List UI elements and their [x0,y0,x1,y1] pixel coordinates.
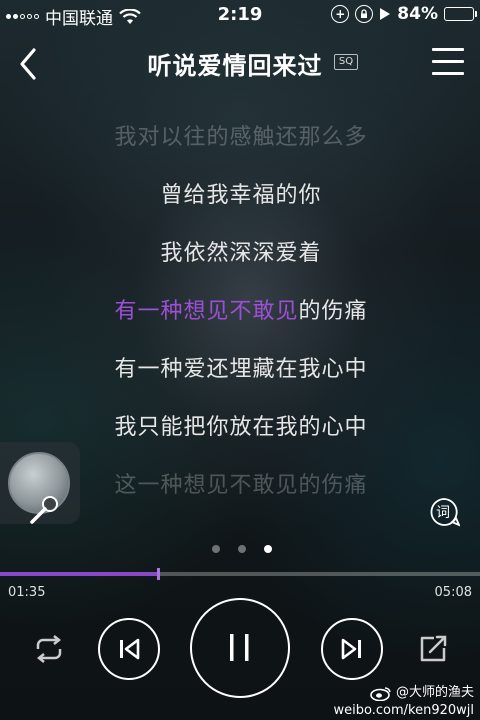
rotation-lock-icon [355,5,374,23]
page-dot-active[interactable] [264,545,272,553]
current-lyric-unsung: 的伤痛 [298,299,368,324]
lyric-line: 有一种爱还埋藏在我心中 [114,357,368,382]
watermark-url: weibo.com/ken920wjl [333,703,474,718]
pause-icon [230,634,249,661]
song-title: 听说爱情回来过 [147,52,323,80]
repeat-button[interactable] [30,632,68,666]
microphone-icon [30,496,58,524]
lyric-toggle-button[interactable]: 词 [428,496,460,528]
progress-thumb[interactable] [157,568,161,580]
play-status-icon [380,8,391,20]
current-lyric-sung: 有一种想见不敢见 [114,299,299,324]
time-elapsed: 01:35 [8,585,46,600]
battery-percent: 84% [397,4,438,24]
progress-bar[interactable] [0,568,480,580]
player-screen: 中国联通 2:19 + 84% 听说爱情回来过 SQ 我对以往的感触还那么多 曾… [0,0,480,720]
lyric-line: 曾给我幸福的你 [160,183,322,208]
lyric-line: 我对以往的感触还那么多 [114,125,368,150]
progress-fill [0,572,159,576]
current-lyric-line: 有一种想见不敢见的伤痛 [0,292,480,350]
weibo-logo-icon [370,686,391,701]
previous-button[interactable] [98,618,160,680]
share-button[interactable] [414,632,452,666]
menu-icon[interactable] [432,48,464,80]
battery-icon [444,7,477,21]
lyric-toggle-label: 词 [436,505,450,521]
orientation-add-icon: + [331,5,350,23]
previous-icon [120,638,140,660]
page-dot[interactable] [212,545,220,553]
page-dot[interactable] [238,545,246,553]
next-icon [341,638,361,660]
player-header: 听说爱情回来过 SQ [0,36,480,92]
status-bar: 中国联通 2:19 + 84% [0,0,480,30]
quality-badge: SQ [334,54,358,70]
pause-button[interactable] [190,598,290,698]
watermark-user: @大师的渔夫 [395,685,474,700]
time-total: 05:08 [434,585,472,600]
lyric-line: 我依然深深爱着 [160,241,322,266]
next-button[interactable] [321,618,383,680]
page-indicator [212,545,272,553]
karaoke-mic-button[interactable] [0,442,80,524]
weibo-watermark: @大师的渔夫 weibo.com/ken920wjl [334,684,474,720]
